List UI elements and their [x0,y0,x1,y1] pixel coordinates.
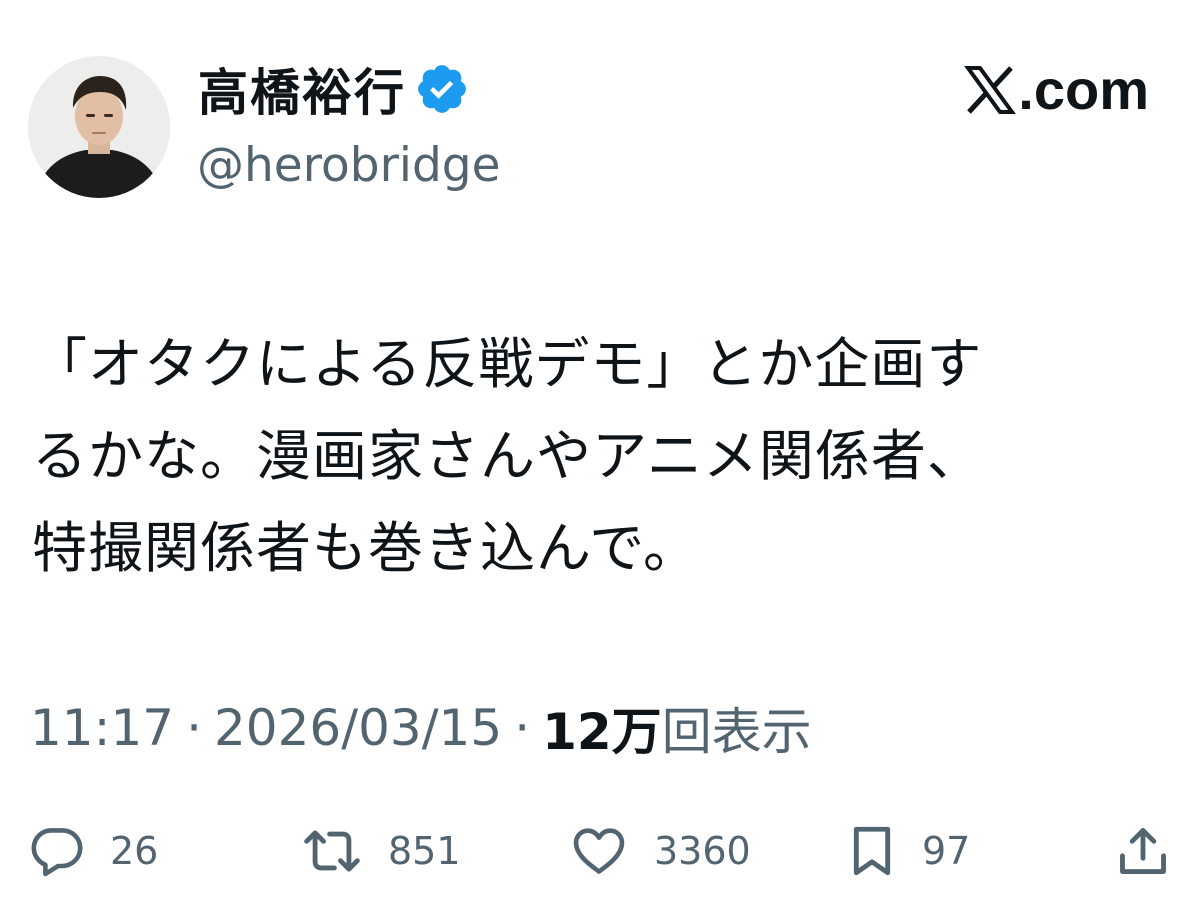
views-count[interactable]: 12万 [542,692,662,764]
reply-count: 26 [110,829,159,873]
views-label: 回表示 [661,703,812,761]
like-count: 3360 [654,829,751,873]
meta-separator: · [186,699,202,757]
verified-badge-icon [414,61,470,117]
meta-separator: · [514,699,531,757]
user-handle[interactable]: @herobridge [197,138,501,193]
brand-logo: .com [964,58,1149,122]
repost-button[interactable]: 851 [300,816,461,886]
x-logo-icon [964,64,1017,116]
avatar-photo [28,56,170,198]
tweet-meta: 11:17 · 2026/03/15 · 12万 回表示 [30,690,812,766]
tweet-text: 「オタクによる反戦デモ」とか企画す るかな。漫画家さんやアニメ関係者、 特撮関係… [32,332,983,580]
share-icon [1120,828,1166,874]
avatar[interactable] [28,56,170,198]
author-name-row[interactable]: 高橋裕行 [198,54,470,124]
share-button[interactable] [1114,816,1172,886]
bookmark-button[interactable]: 97 [846,816,970,886]
repost-icon [304,830,360,872]
bookmark-count: 97 [922,829,971,873]
brand-domain: .com [1018,58,1149,121]
reply-button[interactable]: 26 [28,816,158,886]
action-bar: 26 851 3360 97 [28,816,1173,886]
tweet-time[interactable]: 11:17 [30,699,174,757]
like-button[interactable]: 3360 [568,816,751,886]
reply-icon [31,828,83,877]
heart-icon [573,828,625,874]
bookmark-icon [853,826,891,876]
tweet-date[interactable]: 2026/03/15 [214,699,502,757]
repost-count: 851 [388,829,461,873]
display-name[interactable]: 高橋裕行 [198,53,406,125]
